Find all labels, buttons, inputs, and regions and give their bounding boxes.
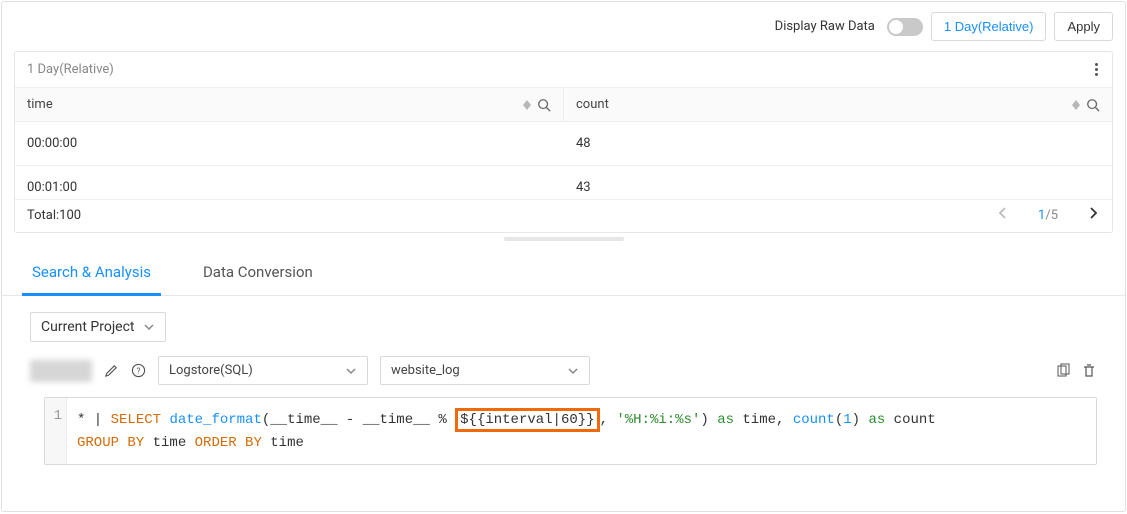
tab-search-analysis[interactable]: Search & Analysis — [30, 251, 153, 295]
chevron-down-icon — [567, 365, 579, 377]
total-label: Total:100 — [27, 208, 81, 223]
search-icon[interactable] — [537, 98, 551, 112]
chevron-down-icon — [345, 365, 357, 377]
logstore-select[interactable]: Logstore(SQL) — [158, 356, 368, 385]
tab-data-conversion[interactable]: Data Conversion — [201, 251, 315, 295]
display-raw-label: Display Raw Data — [775, 19, 875, 34]
resize-handle[interactable] — [2, 233, 1125, 245]
sort-icon[interactable] — [1072, 100, 1080, 110]
project-dropdown-label: Current Project — [41, 319, 135, 335]
col-time-label: time — [27, 97, 53, 112]
cell-time: 00:01:00 — [15, 166, 564, 199]
search-icon[interactable] — [1086, 98, 1100, 112]
pager-next-icon[interactable] — [1086, 206, 1100, 224]
redacted-label — [30, 360, 92, 382]
cell-count: 48 — [564, 122, 1112, 165]
time-range-button[interactable]: 1 Day(Relative) — [931, 12, 1047, 41]
logstore-select-label: Logstore(SQL) — [169, 363, 253, 378]
line-number: 1 — [45, 408, 62, 424]
dataset-select[interactable]: website_log — [380, 356, 590, 385]
pager-prev-icon[interactable] — [996, 206, 1010, 224]
table-header: time count — [15, 87, 1112, 122]
pager-page: 1/5 — [1038, 208, 1058, 223]
copy-icon[interactable] — [1055, 363, 1071, 379]
sql-code[interactable]: * | SELECT date_format(__time__ - __time… — [67, 398, 1096, 464]
panel-menu-icon[interactable] — [1093, 63, 1100, 76]
dataset-select-label: website_log — [391, 363, 460, 378]
cell-time: 00:00:00 — [15, 122, 564, 165]
table-row: 00:00:00 48 — [15, 122, 1112, 166]
project-dropdown[interactable]: Current Project — [30, 312, 166, 342]
sql-editor[interactable]: 1 * | SELECT date_format(__time__ - __ti… — [44, 397, 1097, 465]
results-panel: 1 Day(Relative) time count — [14, 51, 1113, 233]
table-row: 00:01:00 43 — [15, 166, 1112, 199]
help-icon[interactable]: ? — [131, 363, 146, 378]
apply-button[interactable]: Apply — [1054, 12, 1113, 41]
interval-placeholder: ${{interval|60}} — [455, 408, 599, 432]
display-raw-toggle[interactable] — [887, 18, 923, 36]
edit-icon[interactable] — [104, 363, 119, 378]
col-count-label: count — [576, 97, 609, 112]
chevron-down-icon — [143, 321, 155, 333]
delete-icon[interactable] — [1081, 363, 1097, 379]
sort-icon[interactable] — [523, 100, 531, 110]
panel-title: 1 Day(Relative) — [27, 62, 114, 77]
cell-count: 43 — [564, 166, 1112, 199]
svg-text:?: ? — [137, 366, 141, 376]
